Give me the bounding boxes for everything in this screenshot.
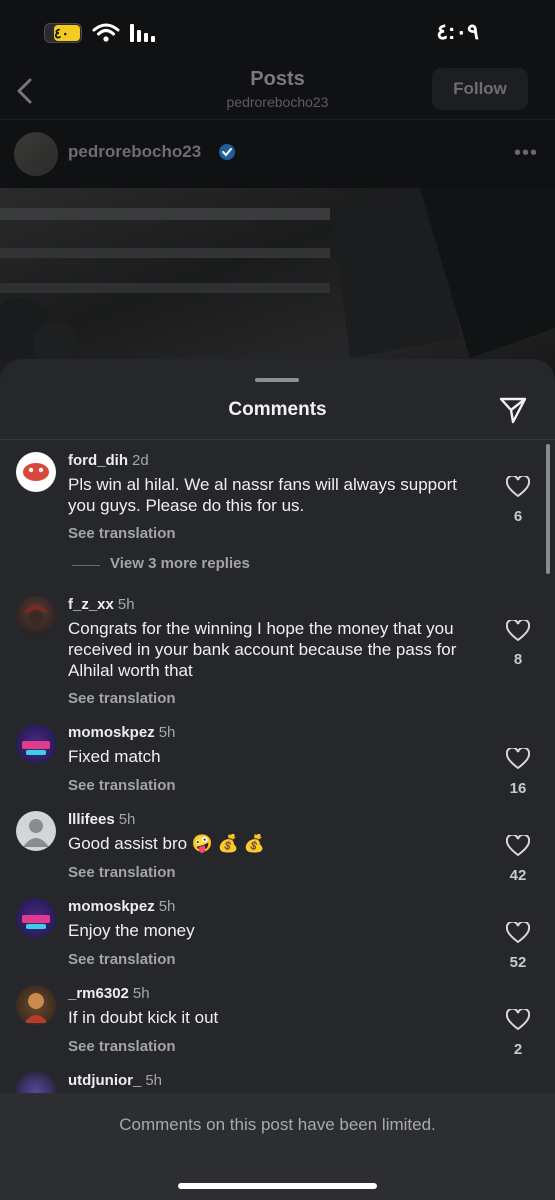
post-header: Posts pedrorebocho23 Follow bbox=[0, 64, 555, 120]
avatar[interactable] bbox=[16, 898, 56, 938]
comment-time: 5h bbox=[118, 811, 136, 828]
heart-icon[interactable] bbox=[506, 922, 530, 944]
see-translation-link[interactable]: See translation bbox=[68, 1038, 176, 1055]
comment-text: Good assist bro 🤪 💰 💰 bbox=[68, 834, 265, 853]
comment-text: If in doubt kick it out bbox=[68, 1008, 219, 1027]
battery-icon: ٤٠ bbox=[44, 23, 82, 43]
heart-icon[interactable] bbox=[506, 1009, 530, 1031]
comment-username[interactable]: lllifees 5h bbox=[68, 811, 135, 828]
like-count: 16 bbox=[509, 780, 527, 797]
comments-limited-footer: Comments on this post have been limited. bbox=[0, 1093, 555, 1200]
author-avatar[interactable] bbox=[14, 132, 58, 176]
like-count: 42 bbox=[509, 867, 527, 884]
heart-icon[interactable] bbox=[506, 476, 530, 498]
heart-icon[interactable] bbox=[506, 748, 530, 770]
comment-time: 5h bbox=[158, 724, 176, 741]
see-translation-link[interactable]: See translation bbox=[68, 525, 176, 542]
like-count: 2 bbox=[513, 1041, 523, 1058]
avatar[interactable] bbox=[16, 811, 56, 851]
heart-icon[interactable] bbox=[506, 620, 530, 642]
heart-icon[interactable] bbox=[506, 835, 530, 857]
like-count: 6 bbox=[513, 508, 523, 525]
see-translation-link[interactable]: See translation bbox=[68, 864, 176, 881]
status-time: ٤:٠٩ bbox=[436, 19, 479, 44]
post-photo bbox=[0, 188, 555, 388]
share-icon[interactable] bbox=[498, 395, 528, 425]
follow-button[interactable]: Follow bbox=[432, 68, 528, 110]
avatar[interactable] bbox=[16, 452, 56, 492]
home-indicator[interactable] bbox=[178, 1183, 377, 1189]
avatar[interactable] bbox=[16, 596, 56, 636]
verified-badge-icon bbox=[219, 144, 235, 160]
comments-title: Comments bbox=[228, 399, 327, 420]
comment-text: Enjoy the money bbox=[68, 921, 195, 940]
status-bar: ٤٠ ٤:٠٩ bbox=[0, 0, 555, 64]
avatar[interactable] bbox=[16, 985, 56, 1025]
sheet-divider bbox=[0, 439, 555, 440]
comment-text: Congrats for the winning I hope the mone… bbox=[68, 619, 457, 680]
comment-time: 5h bbox=[117, 596, 135, 613]
see-translation-link[interactable]: See translation bbox=[68, 951, 176, 968]
like-count: 52 bbox=[509, 954, 527, 971]
comment-text: Fixed match bbox=[68, 747, 161, 766]
more-options-icon[interactable]: ••• bbox=[514, 142, 538, 165]
comment-time: 5h bbox=[132, 985, 150, 1002]
post-author-row: pedrorebocho23 ••• bbox=[0, 126, 555, 182]
see-translation-link[interactable]: See translation bbox=[68, 777, 176, 794]
view-replies-label[interactable]: View 3 more replies bbox=[110, 555, 250, 572]
comment-username[interactable]: momoskpez 5h bbox=[68, 898, 175, 915]
sheet-grabber[interactable] bbox=[255, 378, 299, 382]
comment-time: 2d bbox=[132, 452, 149, 469]
comment-time: 5h bbox=[145, 1072, 163, 1089]
comment-username[interactable]: f_z_xx 5h bbox=[68, 596, 135, 613]
comment-time: 5h bbox=[158, 898, 176, 915]
signal-icon bbox=[130, 24, 156, 42]
comment-username[interactable]: _rm6302 5h bbox=[68, 985, 150, 1002]
like-count: 8 bbox=[513, 651, 523, 668]
battery-label: ٤٠ bbox=[54, 25, 70, 41]
comment-username[interactable]: ford_dih 2d bbox=[68, 452, 149, 469]
avatar[interactable] bbox=[16, 724, 56, 764]
author-username[interactable]: pedrorebocho23 bbox=[68, 142, 201, 162]
comment-text: Pls win al hilal. We al nassr fans will … bbox=[68, 475, 457, 515]
comment-username[interactable]: momoskpez 5h bbox=[68, 724, 175, 741]
see-translation-link[interactable]: See translation bbox=[68, 690, 176, 707]
comment-username[interactable]: utdjunior_ 5h bbox=[68, 1072, 162, 1089]
comments-limited-notice: Comments on this post have been limited. bbox=[119, 1115, 436, 1134]
wifi-icon bbox=[92, 23, 120, 42]
header-divider bbox=[0, 119, 555, 120]
